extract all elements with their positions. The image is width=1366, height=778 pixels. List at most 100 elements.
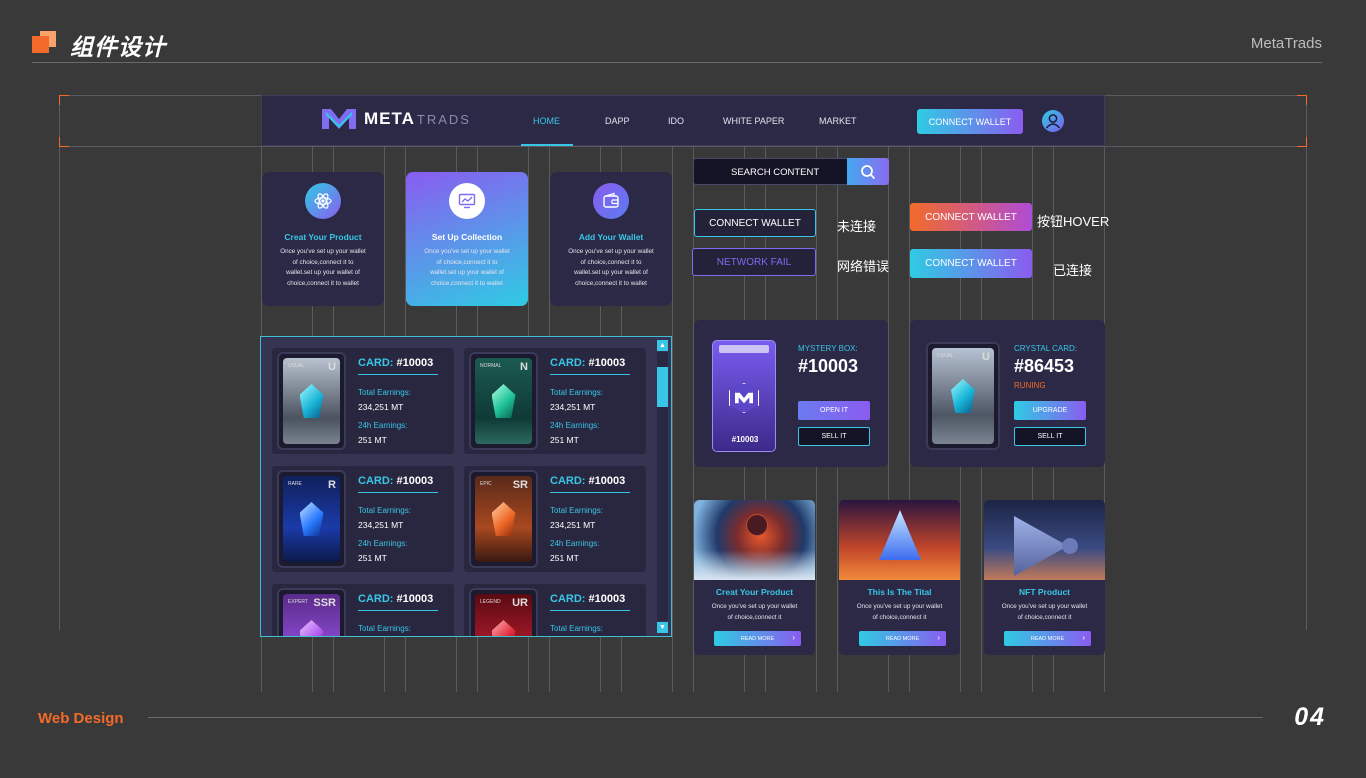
scroll-thumb[interactable]: [657, 367, 668, 407]
list-item[interactable]: EXPERT SSR CARD: #10003 Total Earnings:: [272, 584, 454, 636]
card-rank: USUAL: [288, 363, 305, 369]
scroll-down-arrow-icon[interactable]: ▼: [657, 622, 668, 633]
user-avatar[interactable]: [1042, 110, 1064, 132]
list-item[interactable]: EPIC SR CARD: #10003 Total Earnings: 234,251…: [464, 466, 646, 572]
feature-text: Once you've set up your wallet of choice,…: [424, 248, 510, 287]
open-it-button[interactable]: OPEN IT: [798, 401, 870, 420]
card-id-line: CARD: #10003: [550, 593, 626, 605]
card-list-panel[interactable]: USUAL U CARD: #10003 Total Earnings: 234,251…: [260, 336, 672, 637]
mystery-label: MYSTERY BOX:: [798, 344, 858, 353]
feature-text: Once you've set up your wallet of choice,…: [568, 248, 654, 287]
total-earnings-value: 234,251 MT: [358, 402, 404, 412]
search-bar[interactable]: SEARCH CONTENT: [693, 158, 889, 185]
connect-wallet-connected-button[interactable]: CONNECT WALLET: [910, 249, 1032, 278]
logo-text-thin: TRADS: [416, 111, 471, 127]
card-thumbnail: RARE R: [277, 470, 346, 568]
card-thumbnail: NORMAL N: [469, 352, 538, 450]
nav-connect-wallet-button[interactable]: CONNECT WALLET: [917, 109, 1023, 134]
card-image: [694, 500, 815, 580]
feature-title: Set Up Collection: [431, 232, 503, 242]
metatrads-logo[interactable]: META TRADS: [322, 107, 471, 131]
daily-earnings-value: 251 MT: [550, 435, 579, 445]
scroll-up-arrow-icon[interactable]: ▲: [657, 340, 668, 351]
card-underline: [358, 374, 438, 375]
card-image: [984, 500, 1105, 580]
list-item[interactable]: USUAL U CARD: #10003 Total Earnings: 234,251…: [272, 348, 454, 454]
box-id-label: #10003: [731, 435, 759, 444]
card-underline: [358, 492, 438, 493]
feature-title: Add Your Wallet: [578, 232, 644, 242]
card-rank: EPIC: [480, 481, 492, 487]
card-thumbnail: USUAL U: [277, 352, 346, 450]
feature-card-create-product[interactable]: Creat Your Product Once you've set up yo…: [262, 172, 384, 306]
crystal-id: #86453: [1014, 356, 1075, 376]
network-fail-button[interactable]: NETWORK FAIL: [692, 248, 816, 276]
connect-wallet-outline-button[interactable]: CONNECT WALLET: [694, 209, 816, 237]
feature-title: Creat Your Product: [284, 232, 362, 242]
total-earnings-label: Total Earnings:: [358, 506, 411, 515]
state-label-unconnected: 未连接: [837, 219, 877, 234]
card-image: [839, 500, 960, 580]
slide-title: 组件设计: [70, 34, 166, 60]
card-thumbnail: EXPERT SSR: [277, 588, 346, 636]
nav-active-indicator: [521, 144, 573, 146]
mystery-box-card: #10003 MYSTERY BOX: #10003 OPEN IT SELL …: [694, 320, 888, 467]
total-earnings-label: Total Earnings:: [550, 506, 603, 515]
card-title: This Is The Tital: [867, 587, 932, 597]
sell-it-button[interactable]: SELL IT: [798, 427, 870, 446]
list-item[interactable]: LEGEND UR CARD: #10003 Total Earnings:: [464, 584, 646, 636]
card-rank-letter: N: [520, 361, 528, 373]
image-card-this-is-the-tital[interactable]: This Is The Tital Once you've set up you…: [839, 500, 960, 655]
connect-wallet-hover-button[interactable]: CONNECT WALLET: [910, 203, 1032, 231]
state-label-hover: 按钮HOVER: [1037, 214, 1110, 229]
card-title: NFT Product: [1019, 587, 1070, 597]
card-id-line: CARD: #10003: [358, 357, 434, 369]
read-more-button[interactable]: READ MORE ›: [1004, 631, 1091, 646]
search-button[interactable]: [847, 158, 889, 185]
total-earnings-value: 234,251 MT: [550, 402, 596, 412]
footer-divider: [148, 717, 1263, 718]
nav-ido[interactable]: IDO: [668, 116, 684, 126]
card-rank: NORMAL: [480, 363, 502, 369]
card-rank-letter: U: [328, 361, 336, 373]
feature-card-set-up-collection[interactable]: Set Up Collection Once you've set up you…: [406, 172, 528, 306]
card-rank: EXPERT: [288, 599, 308, 605]
card-underline: [550, 492, 630, 493]
card-id-line: CARD: #10003: [550, 357, 626, 369]
card-text: Once you've set up your wallet of choice,…: [711, 603, 798, 621]
chart-monitor-icon: [449, 183, 485, 219]
read-more-button[interactable]: READ MORE ›: [714, 631, 801, 646]
brand-name: MetaTrads: [1250, 35, 1322, 52]
header-divider: [32, 62, 1322, 63]
feature-text: Once you've set up your wallet of choice,…: [280, 248, 366, 287]
nav-dapp[interactable]: DAPP: [605, 116, 630, 126]
sell-it-button[interactable]: SELL IT: [1014, 427, 1086, 446]
list-item[interactable]: RARE R CARD: #10003 Total Earnings: 234,251 …: [272, 466, 454, 572]
daily-earnings-label: 24h Earnings:: [358, 421, 408, 430]
feature-card-add-wallet[interactable]: Add Your Wallet Once you've set up your …: [550, 172, 672, 306]
daily-earnings-label: 24h Earnings:: [550, 539, 600, 548]
daily-earnings-label: 24h Earnings:: [550, 421, 600, 430]
total-earnings-label: Total Earnings:: [550, 388, 603, 397]
read-more-button[interactable]: READ MORE ›: [859, 631, 946, 646]
nav-market[interactable]: MARKET: [819, 116, 857, 126]
total-earnings-label: Total Earnings:: [550, 624, 603, 633]
crystal-thumbnail: USUAL U: [926, 342, 1000, 450]
image-card-nft-product[interactable]: NFT Product Once you've set up your wall…: [984, 500, 1105, 655]
wallet-icon: [593, 183, 629, 219]
page-number: 04: [1294, 703, 1326, 731]
card-rank-letter: SSR: [313, 597, 336, 609]
list-item[interactable]: NORMAL N CARD: #10003 Total Earnings: 234,25…: [464, 348, 646, 454]
image-card-create-product[interactable]: Creat Your Product Once you've set up yo…: [694, 500, 815, 655]
card-underline: [550, 610, 630, 611]
nav-home[interactable]: HOME: [533, 116, 560, 126]
card-rank-letter: UR: [512, 597, 528, 609]
nav-white-paper[interactable]: WHITE PAPER: [723, 116, 784, 126]
upgrade-button[interactable]: UPGRADE: [1014, 401, 1086, 420]
card-id-line: CARD: #10003: [358, 475, 434, 487]
card-thumbnail: EPIC SR: [469, 470, 538, 568]
daily-earnings-value: 251 MT: [550, 553, 579, 563]
scrollbar[interactable]: ▲ ▼: [657, 340, 668, 633]
mystery-id: #10003: [798, 356, 859, 376]
search-input[interactable]: SEARCH CONTENT: [731, 167, 819, 178]
